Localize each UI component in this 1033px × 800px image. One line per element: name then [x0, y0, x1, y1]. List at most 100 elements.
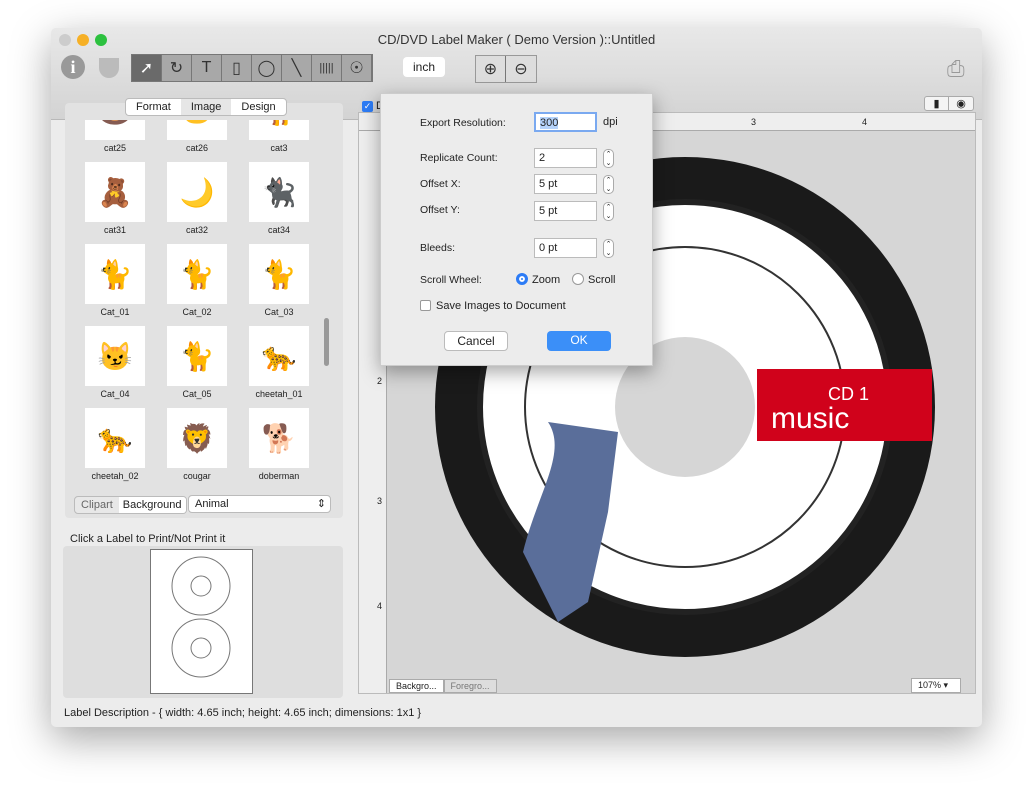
offset-y-stepper[interactable]: ⌃ ⌄: [603, 202, 614, 221]
category-value: Animal: [195, 498, 229, 510]
clipart-item[interactable]: 🐻 cat25: [75, 120, 155, 153]
settings-dialog: Export Resolution: 300 dpi Replicate Cou…: [380, 93, 653, 366]
clipart-thumbnail: 🐻: [85, 120, 145, 140]
clipart-label: cheetah_02: [91, 471, 139, 481]
category-select[interactable]: Animal ⇕: [188, 495, 331, 513]
cd-title-line1: CD 1: [828, 384, 869, 404]
trash-icon[interactable]: ▮: [925, 97, 949, 110]
clipart-label: doberman: [258, 471, 300, 481]
clipart-thumbnail: 🐈: [249, 120, 309, 140]
clipart-thumbnail: 🐆: [249, 326, 309, 386]
clipart-label: cat34: [267, 225, 291, 235]
app-window: CD/DVD Label Maker ( Demo Version )::Unt…: [51, 28, 982, 727]
clipart-item[interactable]: 🧸 cat31: [75, 162, 155, 235]
clipart-item[interactable]: 🐱 cat26: [157, 120, 237, 153]
clipart-label: cat26: [185, 143, 209, 153]
clipart-item[interactable]: 🐆 cheetah_02: [75, 408, 155, 481]
replicate-label: Replicate Count:: [420, 152, 498, 164]
clipart-grid[interactable]: 🐻 cat25 🐱 cat26 🐈 cat3 🧸 cat31 🌙 cat32 🐈‍⬛ cat34 🐈 Ca…: [75, 120, 325, 490]
clipart-label: cougar: [183, 471, 211, 481]
clipart-thumbnail: 🐆: [85, 408, 145, 468]
zoom-in-icon[interactable]: ⊕: [476, 56, 506, 82]
tab-background[interactable]: Background: [118, 497, 186, 513]
layer-tabs: Backgro... Foregro...: [389, 679, 497, 693]
offset-x-field[interactable]: 5 pt: [534, 174, 597, 194]
cd-title-line2: music: [771, 402, 849, 435]
clipart-label: Cat_03: [264, 307, 294, 317]
chevron-updown-icon: ⇕: [316, 498, 326, 510]
clipart-item[interactable]: 🐈 Cat_01: [75, 244, 155, 317]
tab-foreground-layer[interactable]: Foregro...: [443, 679, 497, 693]
offset-y-field[interactable]: 5 pt: [534, 201, 597, 221]
eye-icon[interactable]: ◉: [949, 97, 973, 110]
print-hint: Click a Label to Print/Not Print it: [70, 533, 226, 545]
ellipse-tool-icon[interactable]: ◯: [252, 55, 282, 81]
rectangle-tool-icon[interactable]: ▯: [222, 55, 252, 81]
print-icon[interactable]: ⎙: [947, 56, 965, 82]
offset-y-label: Offset Y:: [420, 204, 460, 216]
clipart-item[interactable]: 🐈 Cat_05: [157, 326, 237, 399]
clipart-item[interactable]: 🐈 Cat_02: [157, 244, 237, 317]
clipart-item[interactable]: 🦁 cougar: [157, 408, 237, 481]
shield-icon[interactable]: [99, 58, 119, 78]
image-tool-icon[interactable]: ☉: [342, 55, 372, 81]
tab-format[interactable]: Format: [126, 99, 181, 115]
clipart-thumbnail: 🦁: [167, 408, 227, 468]
zoom-select[interactable]: 107% ▾: [911, 678, 961, 693]
replicate-stepper[interactable]: ⌃ ⌄: [603, 149, 614, 168]
cancel-button[interactable]: Cancel: [444, 331, 508, 351]
clipart-thumbnail: 🐱: [167, 120, 227, 140]
clipart-label: cat31: [103, 225, 127, 235]
source-tabs: Clipart Background: [74, 496, 187, 514]
tab-image[interactable]: Image: [180, 99, 232, 115]
scrollbar[interactable]: [324, 318, 329, 366]
clipart-thumbnail: 🐈: [167, 244, 227, 304]
clipart-item[interactable]: 🐈 cat3: [239, 120, 319, 153]
scroll-radio[interactable]: [572, 273, 584, 285]
clipart-item[interactable]: 🌙 cat32: [157, 162, 237, 235]
ok-button[interactable]: OK: [547, 331, 611, 351]
tool-palette: ➚ ↻ T ▯ ◯ ╲ ||||| ☉: [131, 54, 373, 82]
bleeds-field[interactable]: 0 pt: [534, 238, 597, 258]
scroll-radio-label: Scroll: [588, 274, 616, 286]
window-title: CD/DVD Label Maker ( Demo Version )::Unt…: [377, 32, 656, 47]
display-checkbox[interactable]: ✓: [362, 101, 373, 112]
save-images-checkbox[interactable]: [420, 300, 431, 311]
unit-button[interactable]: inch: [403, 57, 446, 77]
export-resolution-field[interactable]: 300: [534, 112, 597, 132]
zoom-radio-label: Zoom: [532, 274, 561, 286]
clipart-thumbnail: 😼: [85, 326, 145, 386]
clipart-item[interactable]: 🐈‍⬛ cat34: [239, 162, 319, 235]
zoom-radio[interactable]: [516, 273, 528, 285]
clipart-item[interactable]: 😼 Cat_04: [75, 326, 155, 399]
clipart-thumbnail: 🐈: [85, 244, 145, 304]
clipart-thumbnail: 🧸: [85, 162, 145, 222]
select-tool-arrow-icon[interactable]: ➚: [132, 55, 162, 81]
text-tool-icon[interactable]: T: [192, 55, 222, 81]
clipart-label: Cat_02: [182, 307, 212, 317]
clipart-item[interactable]: 🐕 doberman: [239, 408, 319, 481]
bleeds-label: Bleeds:: [420, 242, 456, 254]
tab-background-layer[interactable]: Backgro...: [389, 679, 444, 693]
clipart-label: cat32: [185, 225, 209, 235]
bleeds-stepper[interactable]: ⌃ ⌄: [603, 239, 614, 258]
zoom-out-icon[interactable]: ⊖: [506, 56, 536, 82]
export-resolution-label: Export Resolution:: [420, 117, 506, 129]
offset-x-stepper[interactable]: ⌃ ⌄: [603, 175, 614, 194]
tab-clipart[interactable]: Clipart: [75, 497, 119, 513]
clipart-item[interactable]: 🐈 Cat_03: [239, 244, 319, 317]
barcode-tool-icon[interactable]: |||||: [312, 55, 342, 81]
label-sheet[interactable]: [150, 549, 253, 694]
rotate-tool-icon[interactable]: ↻: [162, 55, 192, 81]
replicate-field[interactable]: 2: [534, 148, 597, 168]
clipart-panel: Format Image Design 🐻 cat25 🐱 cat26 🐈 cat3 🧸 ca…: [65, 98, 343, 518]
dpi-unit: dpi: [603, 116, 618, 128]
scroll-wheel-label: Scroll Wheel:: [420, 274, 482, 286]
clipart-thumbnail: 🐕: [249, 408, 309, 468]
tab-design[interactable]: Design: [231, 99, 285, 115]
clipart-item[interactable]: 🐆 cheetah_01: [239, 326, 319, 399]
clipart-thumbnail: 🐈: [167, 326, 227, 386]
line-tool-icon[interactable]: ╲: [282, 55, 312, 81]
clipart-label: Cat_05: [182, 389, 212, 399]
info-icon[interactable]: i: [61, 55, 85, 79]
